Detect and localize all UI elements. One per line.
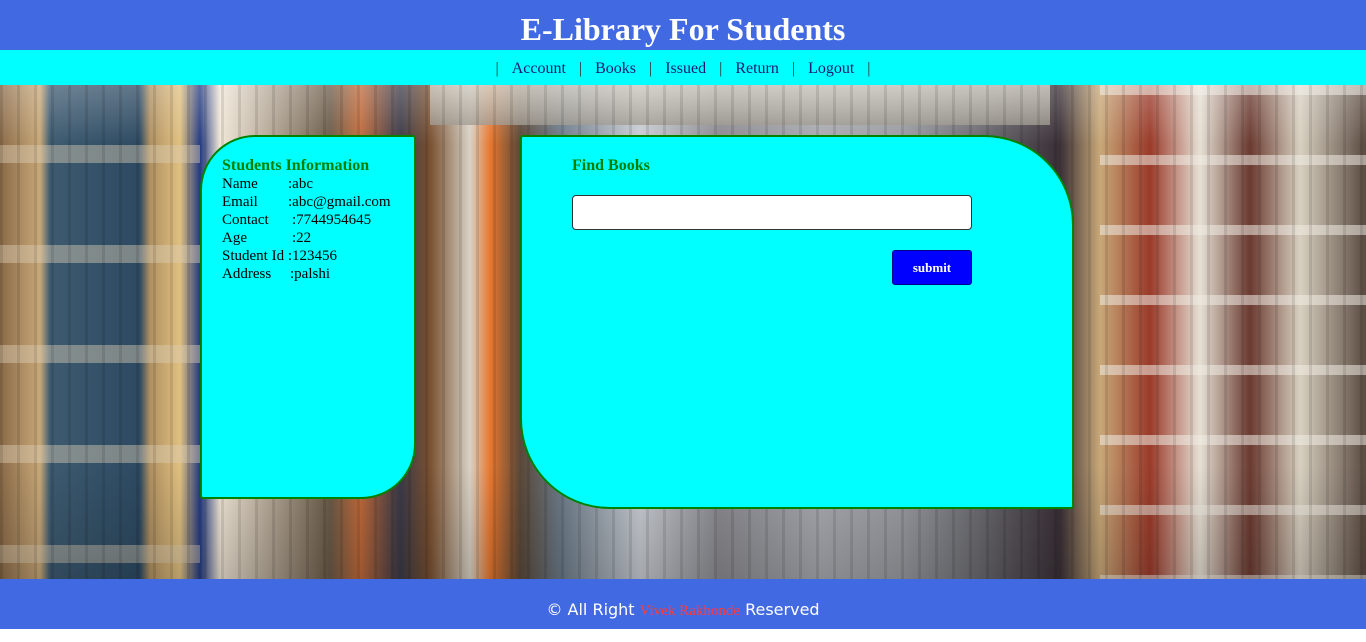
nav-separator: | xyxy=(719,60,723,77)
nav-return-link[interactable]: Return xyxy=(735,60,779,77)
info-value: :7744954645 xyxy=(292,212,372,228)
info-row-student-id: Student Id :123456 xyxy=(222,247,391,265)
info-value: :123456 xyxy=(287,248,338,264)
find-books-card: Find Books submit xyxy=(520,135,1074,509)
info-row-age: Age :22 xyxy=(222,229,391,247)
student-info-card: Students Information Name :abc Email :abc@… xyxy=(200,135,416,499)
info-row-email: Email :abc@gmail.com xyxy=(222,193,391,211)
info-label: Email xyxy=(222,194,258,210)
info-label: Name xyxy=(222,176,258,192)
nav-separator: | xyxy=(495,60,499,77)
nav-separator: | xyxy=(649,60,653,77)
info-label: Age xyxy=(222,230,247,246)
nav-issued-link[interactable]: Issued xyxy=(665,60,706,77)
info-label: Address xyxy=(222,266,272,282)
nav-logout-link[interactable]: Logout xyxy=(808,60,854,77)
book-search-input[interactable] xyxy=(572,195,972,230)
info-value: :abc xyxy=(288,176,313,192)
submit-button[interactable]: submit xyxy=(892,250,972,285)
student-info-title: Students Information xyxy=(222,157,370,174)
nav-separator: | xyxy=(578,60,583,77)
info-label: Contact xyxy=(222,212,269,228)
info-row-name: Name :abc xyxy=(222,175,391,193)
footer-suffix: Reserved xyxy=(745,600,820,619)
nav-separator: | xyxy=(791,60,796,77)
info-label: Student Id xyxy=(222,248,285,264)
info-row-address: Address :palshi xyxy=(222,265,391,283)
nav-separator: | xyxy=(867,60,871,77)
nav-account-link[interactable]: Account xyxy=(512,60,566,77)
site-footer: © All Right Vivek Rakhonde Reserved xyxy=(0,579,1366,629)
footer-prefix: © All Right xyxy=(546,600,635,619)
student-info-list: Name :abc Email :abc@gmail.com Contact :774… xyxy=(222,175,391,283)
info-row-contact: Contact :7744954645 xyxy=(222,211,391,229)
find-books-title: Find Books xyxy=(572,157,650,174)
site-header: E-Library For Students xyxy=(0,0,1366,50)
info-value: :palshi xyxy=(290,266,330,282)
top-nav: | Account | Books | Issued | Return | Lo… xyxy=(0,50,1366,85)
info-value: :22 xyxy=(292,230,312,246)
info-value: :abc@gmail.com xyxy=(288,194,391,210)
footer-author: Vivek Rakhonde xyxy=(639,603,740,619)
nav-books-link[interactable]: Books xyxy=(595,60,636,77)
